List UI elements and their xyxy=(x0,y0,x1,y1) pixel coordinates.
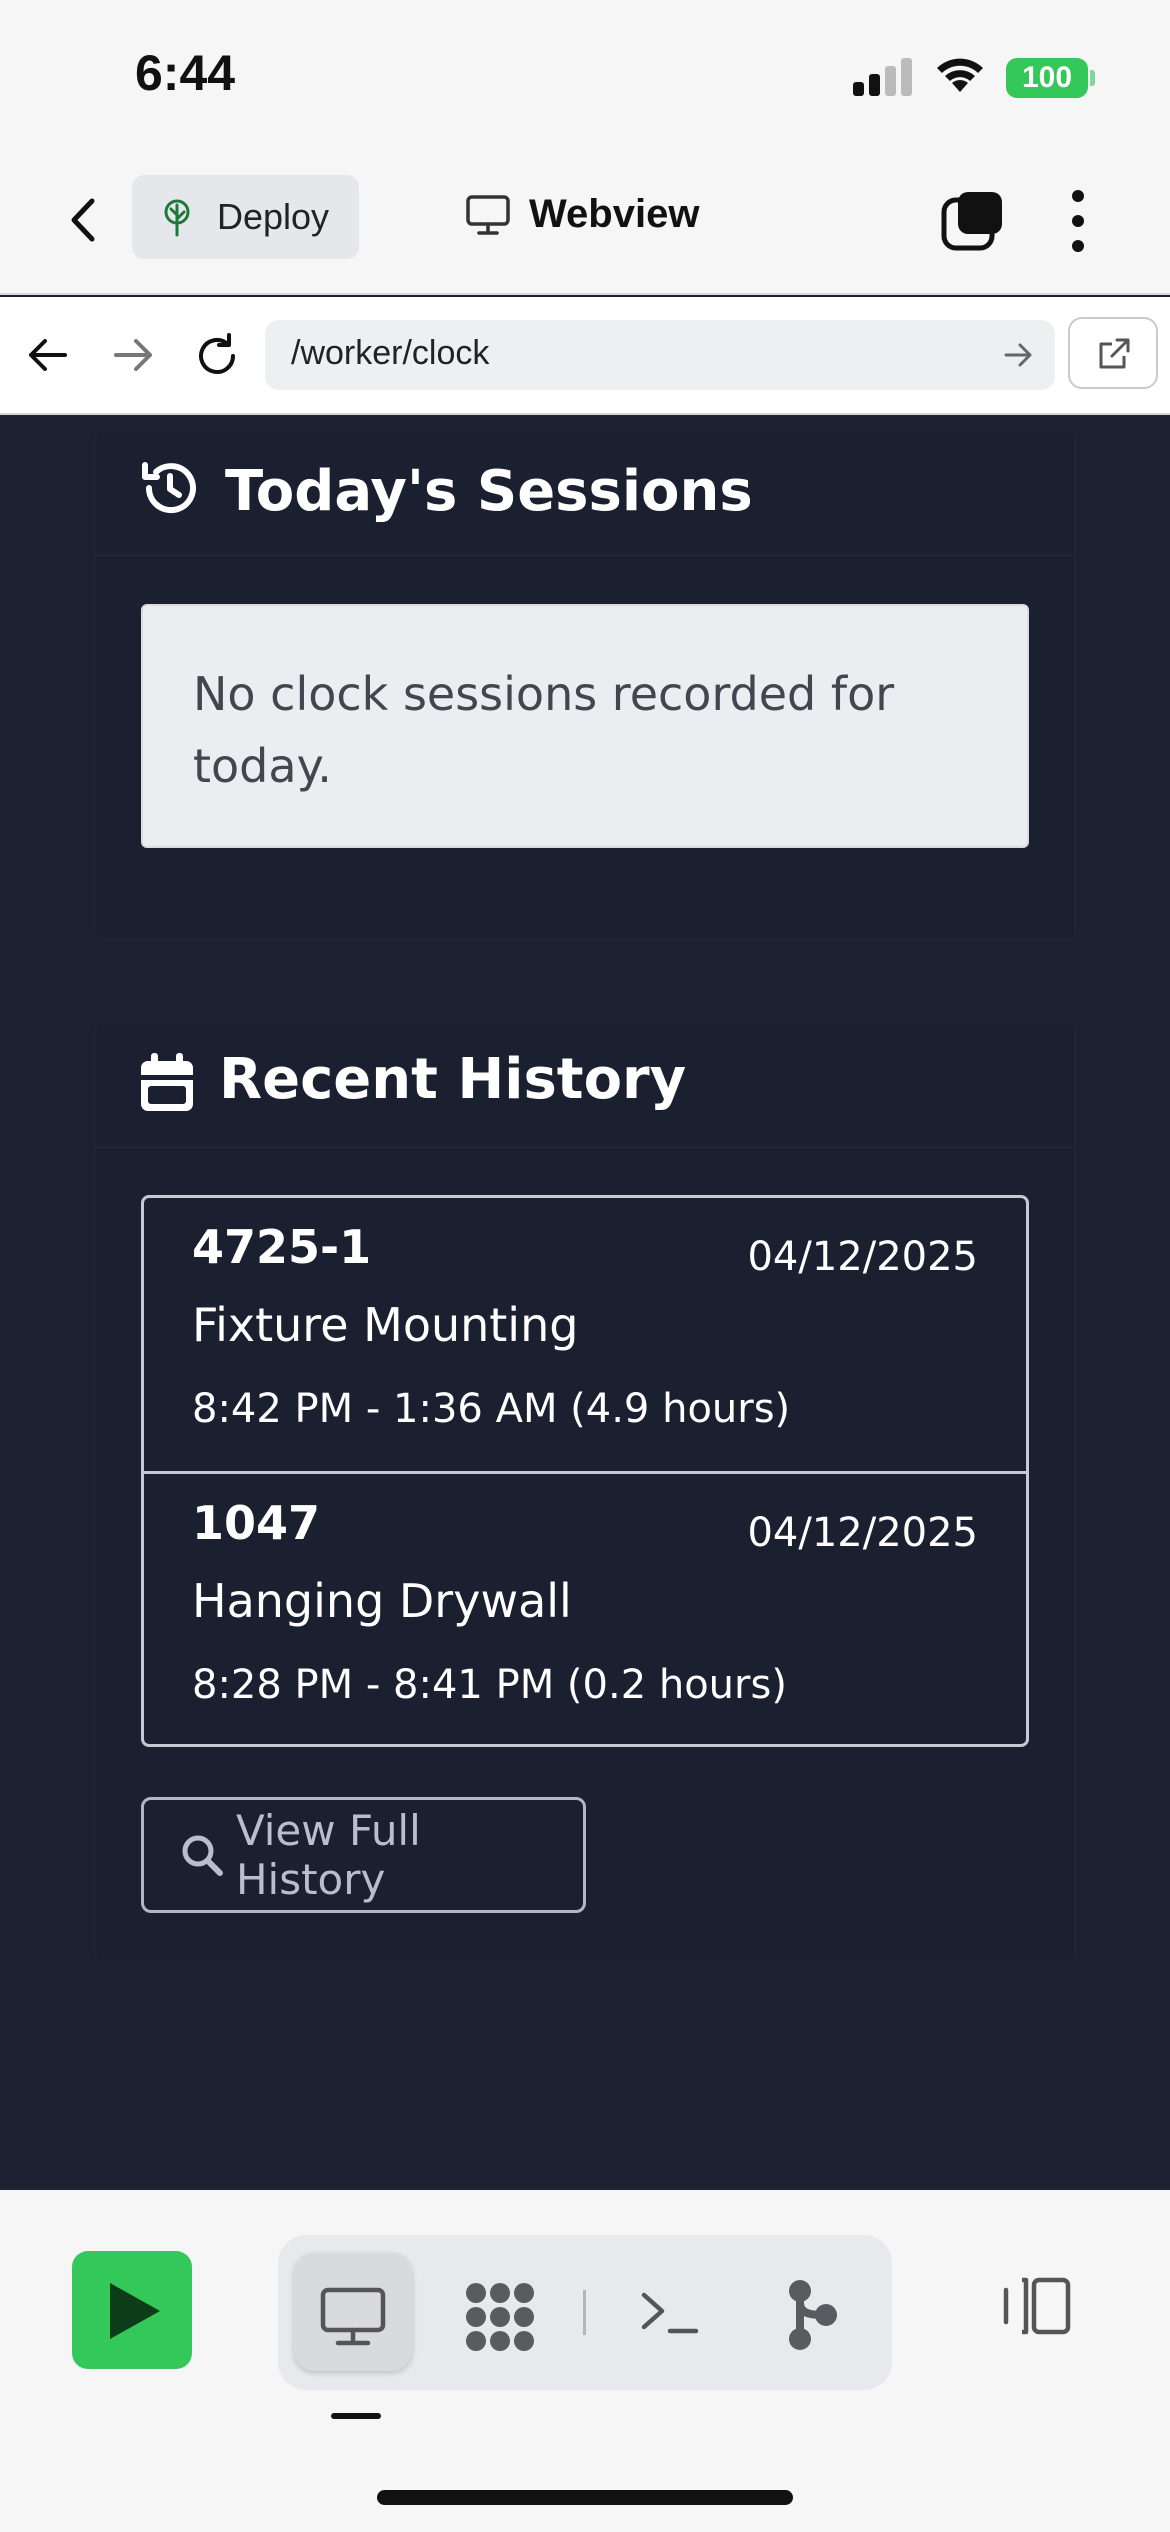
url-text: /worker/clock xyxy=(291,334,490,372)
cellular-signal-icon xyxy=(853,58,913,96)
grid-dots-icon[interactable] xyxy=(464,2281,536,2353)
split-view-icon[interactable] xyxy=(1000,2276,1072,2336)
list-item[interactable]: 1047 04/12/2025 Hanging Drywall 8:28 PM … xyxy=(144,1471,1026,1744)
recent-history-card: Recent History 4725-1 04/12/2025 Fixture… xyxy=(94,1022,1076,1962)
wifi-icon xyxy=(937,58,983,92)
url-field[interactable]: /worker/clock xyxy=(265,320,1055,390)
tabs-icon[interactable] xyxy=(940,188,1006,254)
battery-tip xyxy=(1090,70,1095,86)
entry-date: 04/12/2025 xyxy=(747,1234,978,1280)
webview-label: Webview xyxy=(529,192,700,236)
back-chevron-icon[interactable] xyxy=(60,195,110,245)
segment-divider xyxy=(583,2290,586,2335)
arrow-right-icon[interactable] xyxy=(110,332,156,378)
bottom-toolbar xyxy=(0,2190,1170,2532)
terminal-icon[interactable] xyxy=(640,2289,700,2337)
deploy-tree-icon xyxy=(164,199,190,237)
run-button[interactable] xyxy=(72,2251,192,2369)
view-switcher xyxy=(278,2235,892,2390)
empty-sessions-alert: No clock sessions recorded for today. xyxy=(141,604,1029,848)
view-full-history-label: View Full History xyxy=(235,1806,421,1904)
active-tab-indicator xyxy=(331,2413,381,2419)
status-bar: 6:44 100 xyxy=(0,0,1170,150)
history-list: 4725-1 04/12/2025 Fixture Mounting 8:42 … xyxy=(141,1195,1029,1747)
card-title: Recent History xyxy=(219,1047,687,1112)
webview-title: Webview xyxy=(465,192,699,237)
go-arrow-icon[interactable] xyxy=(1003,340,1033,370)
play-icon xyxy=(110,2283,160,2339)
task-name: Fixture Mounting xyxy=(192,1298,579,1352)
home-indicator xyxy=(377,2490,793,2505)
arrow-left-icon[interactable] xyxy=(25,332,71,378)
search-icon xyxy=(182,1835,223,1876)
url-bar: /worker/clock xyxy=(0,297,1170,415)
job-code: 1047 xyxy=(192,1496,321,1550)
app-header: Deploy Webview xyxy=(0,150,1170,295)
monitor-icon xyxy=(466,194,510,235)
open-external-icon xyxy=(1099,338,1130,369)
branch-icon[interactable] xyxy=(788,2279,838,2351)
calendar-icon xyxy=(141,1053,193,1111)
empty-sessions-message: No clock sessions recorded for today. xyxy=(193,667,895,793)
open-external-button[interactable] xyxy=(1068,317,1158,389)
view-full-history-button[interactable]: View Full History xyxy=(141,1797,586,1913)
time-range: 8:28 PM - 8:41 PM (0.2 hours) xyxy=(192,1662,787,1708)
todays-sessions-card: Today's Sessions No clock sessions recor… xyxy=(94,430,1076,940)
battery-icon: 100 xyxy=(1006,58,1088,98)
card-title: Today's Sessions xyxy=(225,459,753,524)
deploy-label: Deploy xyxy=(217,196,330,237)
time-range: 8:42 PM - 1:36 AM (4.9 hours) xyxy=(192,1386,791,1432)
card-header: Today's Sessions xyxy=(95,431,1075,556)
deploy-button[interactable]: Deploy xyxy=(132,175,359,259)
job-code: 4725-1 xyxy=(192,1220,372,1274)
monitor-icon xyxy=(320,2287,386,2346)
more-vertical-icon[interactable] xyxy=(1068,188,1088,254)
entry-date: 04/12/2025 xyxy=(747,1510,978,1556)
history-clock-icon xyxy=(142,462,196,514)
task-name: Hanging Drywall xyxy=(192,1574,572,1628)
reload-icon[interactable] xyxy=(193,332,241,380)
status-time: 6:44 xyxy=(135,45,236,101)
list-item[interactable]: 4725-1 04/12/2025 Fixture Mounting 8:42 … xyxy=(144,1198,1026,1471)
card-header: Recent History xyxy=(95,1023,1075,1148)
